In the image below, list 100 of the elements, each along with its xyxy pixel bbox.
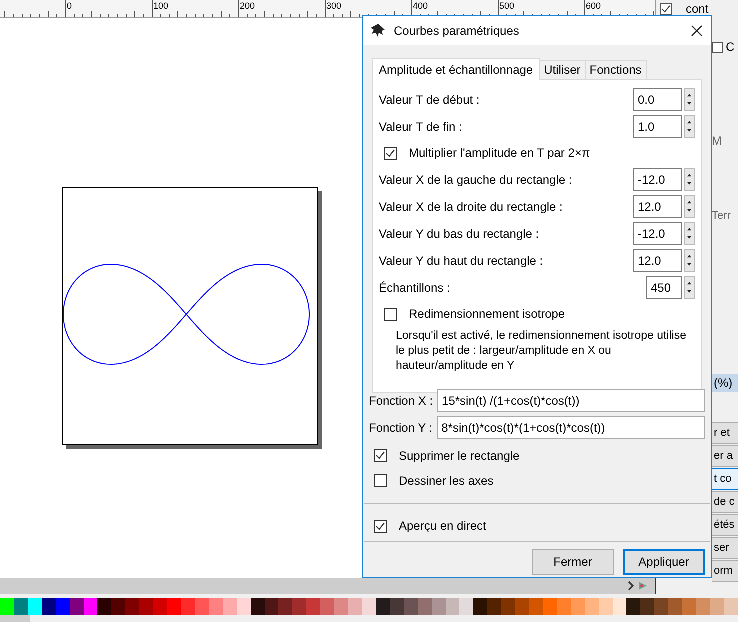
panel-button[interactable]: r et (712, 422, 738, 444)
spin-button[interactable] (684, 88, 695, 111)
spin-button[interactable] (684, 168, 695, 191)
dialog-button[interactable]: Fermer (532, 549, 614, 575)
color-swatch[interactable] (362, 598, 376, 615)
text-field[interactable]: 8*sin(t)*cos(t)*(1+cos(t)*cos(t)) (436, 416, 705, 439)
color-swatch[interactable] (682, 598, 696, 615)
color-swatch[interactable] (446, 598, 460, 615)
ruler-label: 300 (326, 1, 342, 11)
color-swatch[interactable] (626, 598, 640, 615)
color-swatch[interactable] (529, 598, 543, 615)
color-swatch[interactable] (334, 598, 348, 615)
color-swatch[interactable] (487, 598, 502, 615)
color-swatch[interactable] (348, 598, 362, 615)
checkbox-icon[interactable] (660, 3, 672, 15)
field-label: Fonction X : (369, 392, 434, 410)
spin-button[interactable] (684, 249, 695, 272)
color-swatch[interactable] (70, 598, 84, 615)
color-swatch[interactable] (97, 598, 112, 615)
color-swatch[interactable] (404, 598, 418, 615)
panel-button[interactable]: de c (712, 491, 738, 513)
color-swatch[interactable] (0, 598, 14, 615)
field-label: Terr (712, 209, 732, 224)
tab[interactable]: Utiliser (540, 60, 586, 79)
chevron-right-icon[interactable] (627, 581, 635, 591)
number-field[interactable]: 0.0 (633, 88, 682, 111)
color-swatch[interactable] (640, 598, 654, 615)
color-swatch[interactable] (584, 598, 599, 615)
color-swatch[interactable] (390, 598, 404, 615)
checkbox[interactable] (384, 308, 397, 320)
color-swatch[interactable] (56, 598, 70, 615)
field-label: Échantillons : (379, 280, 452, 296)
color-swatch[interactable] (180, 598, 195, 615)
color-swatch[interactable] (250, 598, 265, 615)
spin-button[interactable] (684, 222, 695, 245)
color-swatch[interactable] (84, 598, 98, 615)
color-swatch[interactable] (542, 598, 557, 615)
color-swatch[interactable] (459, 598, 474, 615)
close-icon[interactable] (691, 24, 703, 36)
scrollbar[interactable] (0, 615, 30, 622)
text-field[interactable]: 15*sin(t) /(1+cos(t)*cos(t)) (437, 389, 705, 412)
dialog-button[interactable]: Appliquer (623, 549, 705, 575)
spin-button[interactable] (684, 276, 695, 299)
color-swatch[interactable] (654, 598, 668, 615)
color-swatch[interactable] (167, 598, 181, 615)
number-field[interactable]: 12.0 (633, 249, 682, 272)
color-swatch[interactable] (668, 598, 682, 615)
app-icon (371, 23, 386, 38)
tab[interactable]: Amplitude et échantillonnage (372, 58, 540, 80)
number-field[interactable]: -12.0 (633, 168, 682, 191)
color-swatch[interactable] (153, 598, 168, 615)
color-swatch[interactable] (28, 598, 42, 615)
color-swatch[interactable] (515, 598, 530, 615)
color-swatch[interactable] (696, 598, 710, 615)
checkbox[interactable] (374, 520, 387, 532)
color-swatch[interactable] (710, 598, 724, 615)
color-swatch[interactable] (139, 598, 154, 615)
tab[interactable]: Fonctions (586, 60, 647, 79)
color-swatch[interactable] (222, 598, 237, 615)
color-swatch[interactable] (42, 598, 56, 615)
color-swatch[interactable] (278, 598, 292, 615)
panel-button[interactable]: orm (712, 560, 738, 582)
color-swatch[interactable] (292, 598, 306, 615)
scrollbar[interactable] (0, 578, 625, 594)
color-swatch[interactable] (501, 598, 516, 615)
color-swatch[interactable] (236, 598, 251, 615)
color-swatch[interactable] (194, 598, 209, 615)
spin-button[interactable] (684, 195, 695, 218)
field-label: Valeur T de début : (379, 92, 481, 108)
number-field[interactable]: 1.0 (633, 115, 682, 138)
spin-button[interactable] (684, 115, 695, 138)
panel-button[interactable]: ser (712, 537, 738, 559)
color-swatch[interactable] (418, 598, 432, 615)
checkbox[interactable] (374, 474, 387, 487)
color-swatch[interactable] (598, 598, 613, 615)
panel-button[interactable]: étés (712, 514, 738, 536)
color-swatch[interactable] (306, 598, 320, 615)
color-swatch[interactable] (570, 598, 585, 615)
checkbox[interactable] (374, 449, 387, 462)
number-field[interactable]: 450 (646, 276, 682, 299)
color-swatch[interactable] (432, 598, 446, 615)
color-swatch[interactable] (724, 598, 738, 615)
number-field[interactable]: 12.0 (633, 195, 682, 218)
color-swatch[interactable] (14, 598, 28, 615)
number-field[interactable]: -12.0 (633, 222, 682, 245)
ruler-label: 0 (67, 1, 72, 11)
color-swatch[interactable] (125, 598, 140, 615)
color-swatch[interactable] (264, 598, 278, 615)
color-swatch[interactable] (208, 598, 223, 615)
color-swatch[interactable] (473, 598, 488, 615)
panel-button[interactable]: t co (712, 468, 738, 490)
checkbox[interactable] (712, 42, 723, 52)
color-swatch[interactable] (376, 598, 390, 615)
field-label: Fonction Y : (369, 420, 433, 436)
panel-button[interactable]: er a (712, 445, 738, 467)
color-swatch[interactable] (111, 598, 126, 615)
color-swatch[interactable] (612, 598, 626, 615)
color-swatch[interactable] (320, 598, 334, 615)
checkbox[interactable] (384, 146, 397, 160)
color-swatch[interactable] (556, 598, 571, 615)
